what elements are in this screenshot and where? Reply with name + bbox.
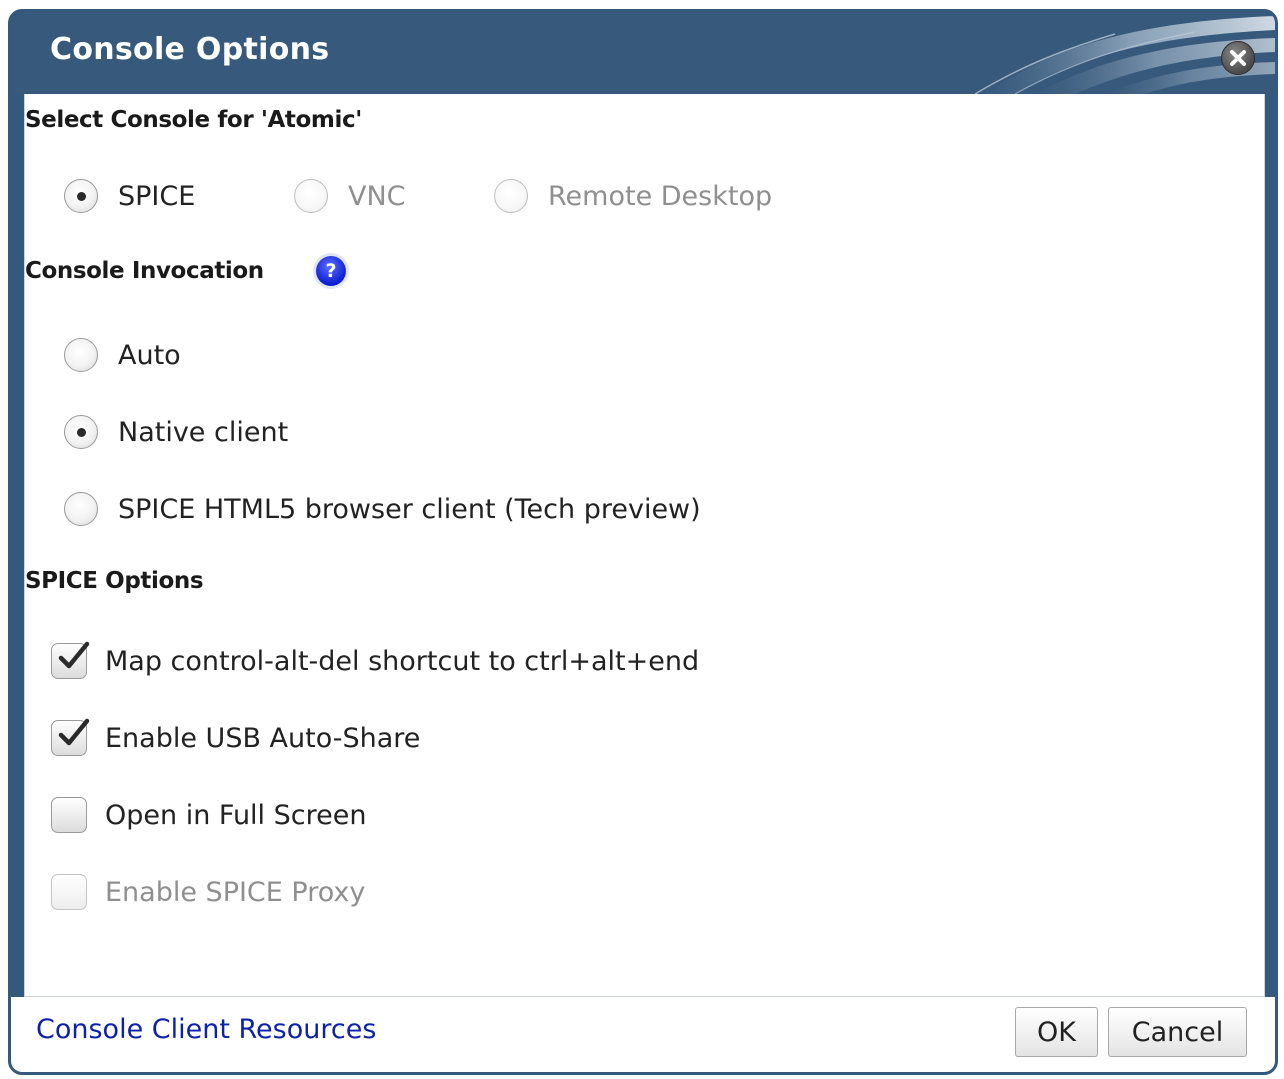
checkbox-full-screen-box[interactable] (51, 797, 87, 833)
checkbox-full-screen[interactable]: Open in Full Screen (51, 797, 366, 833)
checkbox-usb-auto-share-label: Enable USB Auto-Share (105, 722, 421, 754)
dialog-content (24, 94, 1265, 997)
console-options-dialog: Console Options (8, 9, 1278, 1075)
radio-remote-desktop-label: Remote Desktop (548, 180, 773, 212)
radio-native-client[interactable]: Native client (64, 415, 288, 449)
radio-remote-desktop-indicator[interactable] (494, 179, 528, 213)
radio-spice-indicator[interactable] (64, 179, 98, 213)
checkbox-spice-proxy-label: Enable SPICE Proxy (105, 876, 366, 908)
checkbox-map-ctrl-alt-del-label: Map control-alt-del shortcut to ctrl+alt… (105, 645, 700, 677)
radio-remote-desktop[interactable]: Remote Desktop (494, 179, 772, 213)
checkbox-spice-proxy-box[interactable] (51, 874, 87, 910)
radio-spice-label: SPICE (118, 180, 196, 212)
console-invocation-label: Console Invocation (25, 258, 264, 284)
console-client-resources-link[interactable]: Console Client Resources (36, 1014, 376, 1045)
checkbox-full-screen-label: Open in Full Screen (105, 799, 367, 831)
radio-native-client-label: Native client (118, 416, 289, 448)
cancel-button[interactable]: Cancel (1108, 1007, 1247, 1057)
checkbox-usb-auto-share-box[interactable] (51, 718, 90, 756)
radio-vnc-label: VNC (348, 180, 406, 212)
radio-html5-client[interactable]: SPICE HTML5 browser client (Tech preview… (64, 492, 701, 526)
dialog-title: Console Options (50, 32, 330, 67)
close-icon[interactable] (1221, 41, 1255, 75)
radio-auto-indicator[interactable] (64, 338, 98, 372)
checkbox-map-ctrl-alt-del-box[interactable] (51, 641, 90, 679)
checkbox-map-ctrl-alt-del[interactable]: Map control-alt-del shortcut to ctrl+alt… (51, 641, 700, 679)
ok-button[interactable]: OK (1015, 1007, 1098, 1057)
select-console-label: Select Console for 'Atomic' (25, 107, 362, 133)
question-mark-icon[interactable]: ? (316, 256, 346, 286)
radio-html5-client-indicator[interactable] (64, 492, 98, 526)
checkbox-spice-proxy[interactable]: Enable SPICE Proxy (51, 874, 365, 910)
checkbox-usb-auto-share[interactable]: Enable USB Auto-Share (51, 718, 421, 756)
checkmark-icon (58, 718, 90, 746)
radio-vnc-indicator[interactable] (294, 179, 328, 213)
spice-options-label: SPICE Options (25, 568, 204, 594)
radio-html5-client-label: SPICE HTML5 browser client (Tech preview… (118, 493, 701, 525)
checkmark-icon (58, 641, 90, 669)
radio-native-client-indicator[interactable] (64, 415, 98, 449)
radio-auto[interactable]: Auto (64, 338, 181, 372)
radio-auto-label: Auto (118, 339, 181, 371)
radio-vnc[interactable]: VNC (294, 179, 406, 213)
radio-spice[interactable]: SPICE (64, 179, 195, 213)
dialog-title-bar[interactable]: Console Options (11, 12, 1275, 94)
